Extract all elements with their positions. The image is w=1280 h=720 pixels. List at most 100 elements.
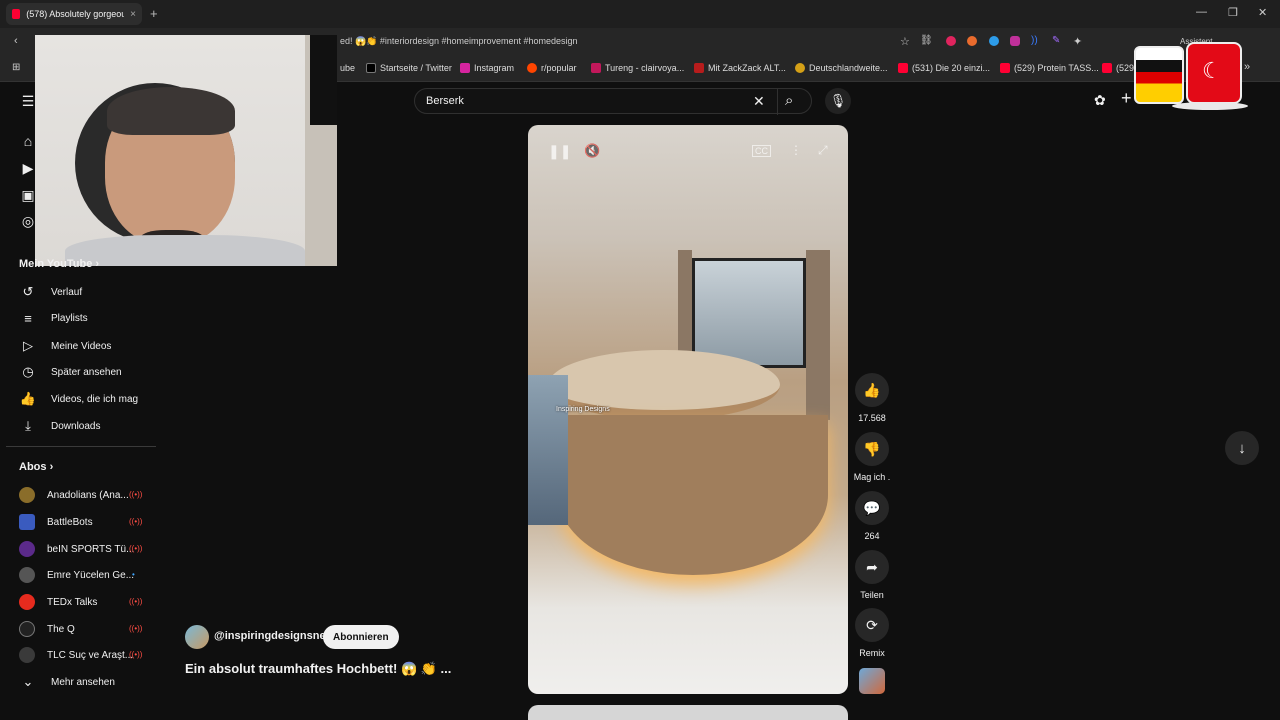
remix-action[interactable]: ⟳ Remix [853, 608, 891, 658]
comment-icon[interactable]: 💬 [855, 491, 889, 525]
thumbs-down-icon[interactable]: 👎 [855, 432, 889, 466]
subscriptions-heading[interactable]: Abos › [19, 461, 53, 473]
bookmark-item[interactable]: Mit ZackZack ALT... [694, 63, 786, 73]
remix-label: Remix [859, 648, 885, 658]
subscription-item[interactable]: TEDx Talks [19, 594, 97, 610]
bookmark-item[interactable]: Deutschlandweite... [795, 63, 888, 73]
short-video-player[interactable]: Inspiring Designs ❚❚ 🔇 CC ⋮ ⤢ [528, 125, 848, 694]
sidebar-item-watch-later[interactable]: ◷ Später ansehen [19, 364, 121, 380]
clear-search-icon[interactable]: ✕ [753, 93, 765, 110]
comments-action[interactable]: 💬 264 [853, 491, 891, 541]
bookmark-star-icon[interactable]: ☆ [900, 35, 910, 48]
watch-later-icon: ◷ [22, 364, 34, 379]
bookmark-item[interactable]: (531) Die 20 einzi... [898, 63, 990, 73]
search-input[interactable]: Berserk [426, 95, 464, 107]
sound-thumbnail[interactable] [859, 668, 885, 694]
instagram-icon [460, 63, 470, 73]
video-title[interactable]: Ein absolut traumhaftes Hochbett! 😱 👏 ..… [185, 661, 451, 677]
extension-icon[interactable] [967, 36, 977, 46]
shorts-icon[interactable]: ▶ [19, 159, 37, 177]
next-video-arrow-icon[interactable]: ↓ [1225, 431, 1259, 465]
channel-avatar[interactable] [185, 625, 209, 649]
bookmark-item[interactable]: Startseite / Twitter [366, 63, 452, 73]
chevron-down-icon: ⌄ [22, 674, 34, 689]
new-tab-button[interactable]: + [150, 6, 158, 21]
live-indicator-icon: ((•)) [129, 597, 143, 606]
bookmark-item[interactable]: r/popular [527, 63, 577, 73]
bookmark-item[interactable]: ube [340, 63, 355, 73]
video-watermark: Inspiring Designs [556, 406, 610, 413]
subscription-item[interactable]: Anadolians (Ana... [19, 487, 129, 503]
youtube-favicon-icon [12, 9, 21, 19]
live-indicator-icon: ((•)) [129, 517, 143, 526]
sidebar-item-playlists[interactable]: ≡ Playlists [19, 311, 87, 326]
back-icon[interactable]: ‹ [14, 35, 18, 47]
subscription-item[interactable]: Emre Yücelen Ge... [19, 567, 134, 583]
sidebar-item-history[interactable]: ↺ Verlauf [19, 284, 83, 300]
subscription-item[interactable]: beIN SPORTS Tü... [19, 541, 134, 557]
home-icon[interactable]: ⌂ [19, 132, 37, 150]
captions-icon[interactable]: CC [752, 145, 771, 157]
extension-icon[interactable] [989, 36, 999, 46]
fullscreen-icon[interactable]: ⤢ [818, 143, 828, 158]
browser-tabstrip: (578) Absolutely gorgeous ele × + — ❐ ✕ [0, 0, 1280, 28]
browser-tab[interactable]: (578) Absolutely gorgeous ele × [6, 3, 142, 25]
bookmark-item[interactable]: (529) Protein TASS... [1000, 63, 1099, 73]
puzzle-icon[interactable]: ✦ [1073, 35, 1082, 48]
subscription-item[interactable]: The Q [19, 621, 75, 637]
subscription-item[interactable]: BattleBots [19, 514, 93, 530]
share-action[interactable]: ➦ Teilen [853, 550, 891, 600]
youtube-icon [898, 63, 908, 73]
extension-icon[interactable]: ✎ [1052, 35, 1060, 46]
my-youtube-heading[interactable]: Mein YouTube › [19, 258, 99, 270]
channel-avatar [19, 621, 35, 637]
apps-grid-icon[interactable]: ⊞ [12, 62, 20, 73]
remix-icon[interactable]: ⟳ [855, 608, 889, 642]
hamburger-menu-icon[interactable]: ☰ [19, 92, 37, 110]
link-icon[interactable]: ⛓ [920, 35, 933, 46]
next-short-preview[interactable] [528, 705, 848, 720]
sidebar-item-downloads[interactable]: ⤓ Downloads [19, 418, 100, 434]
thumbs-up-icon[interactable]: 👍 [855, 373, 889, 407]
extension-icon[interactable]: )) [1031, 35, 1038, 46]
dislike-action[interactable]: 👎 Mag ich . [853, 432, 891, 482]
window-close-icon[interactable]: ✕ [1258, 6, 1267, 19]
url-field[interactable]: ed! 😱👏 #interiordesign #homeimprovement … [340, 36, 578, 47]
search-icon[interactable]: ⌕ [785, 92, 793, 109]
live-indicator-icon: ((•)) [129, 490, 143, 499]
show-more-button[interactable]: ⌄ Mehr ansehen [19, 674, 115, 690]
share-icon[interactable]: ➦ [855, 550, 889, 584]
comment-count: 264 [864, 531, 880, 541]
search-box[interactable]: Berserk ✕ ⌕ [414, 88, 812, 115]
tab-close-icon[interactable]: × [130, 9, 136, 20]
shorts-logo-icon[interactable]: ✿ [1094, 92, 1106, 109]
extension-icon[interactable] [1010, 36, 1020, 46]
minimize-icon[interactable]: — [1196, 6, 1207, 18]
bookmark-item[interactable]: Instagram [460, 63, 514, 73]
pause-icon[interactable]: ❚❚ [548, 143, 571, 160]
like-action[interactable]: 👍 17.568 [853, 373, 891, 423]
webcam-overlay-image [35, 35, 337, 266]
more-options-icon[interactable]: ⋮ [790, 143, 802, 157]
sidebar-item-my-videos[interactable]: ▷ Meine Videos [19, 338, 111, 354]
mute-icon[interactable]: 🔇 [584, 143, 600, 159]
live-indicator-icon: ((•)) [129, 650, 143, 659]
playlist-icon: ≡ [24, 311, 32, 326]
create-icon[interactable]: + [1121, 88, 1132, 109]
sidebar-divider [6, 446, 156, 447]
youtube-icon [1000, 63, 1010, 73]
target-icon[interactable]: ◎ [19, 212, 37, 230]
subscribe-button[interactable]: Abonnieren [323, 625, 399, 649]
microphone-icon[interactable]: 🎙 [825, 88, 851, 114]
sidebar-item-liked-videos[interactable]: 👍 Videos, die ich mag [19, 391, 138, 407]
dislike-label: Mag ich . [853, 472, 891, 482]
extension-icon[interactable] [946, 36, 956, 46]
maximize-icon[interactable]: ❐ [1228, 6, 1238, 19]
zackzack-icon [694, 63, 704, 73]
channel-avatar [19, 514, 35, 530]
bookmark-item[interactable]: Tureng - clairvoya... [591, 63, 684, 73]
my-videos-icon: ▷ [23, 338, 33, 353]
subscription-item[interactable]: TLC Suç ve Araşt... [19, 647, 133, 663]
subscriptions-icon[interactable]: ▣ [19, 186, 37, 204]
channel-handle[interactable]: @inspiringdesignsnet [214, 630, 329, 642]
